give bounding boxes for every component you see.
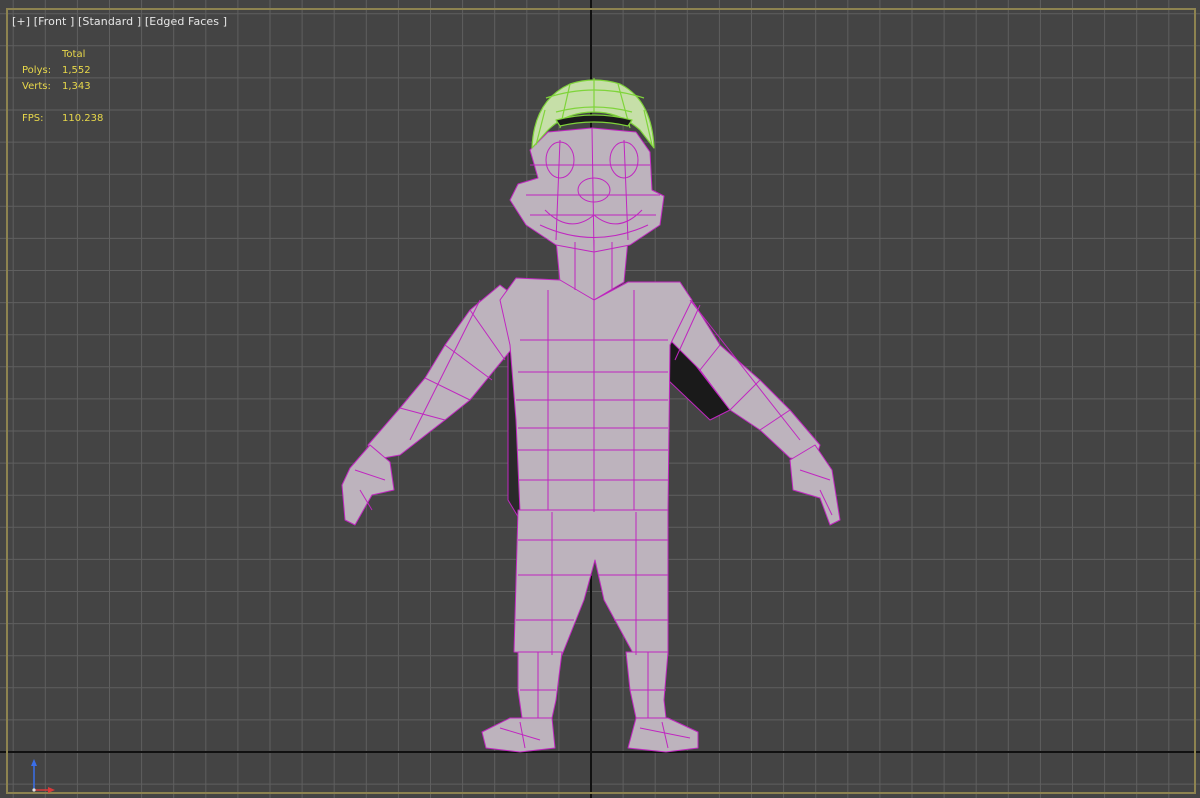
left-foot bbox=[481, 717, 556, 753]
fps-value: 110.238 bbox=[62, 113, 104, 124]
verts-label: Verts: bbox=[22, 81, 51, 92]
viewport-menu-button[interactable]: [+] bbox=[12, 15, 30, 28]
axis-tripod-icon bbox=[31, 759, 55, 793]
viewport-label: [+] [Front ] [Standard ] [Edged Faces ] bbox=[12, 15, 227, 28]
view-type-menu[interactable]: [Front ] bbox=[34, 15, 75, 28]
polys-value: 1,552 bbox=[62, 65, 91, 76]
left-leg bbox=[517, 651, 563, 719]
right-hand bbox=[789, 444, 841, 526]
shading-mode-menu[interactable]: [Standard ] bbox=[78, 15, 141, 28]
polys-label: Polys: bbox=[22, 65, 52, 76]
right-leg bbox=[625, 651, 669, 719]
viewport-grid bbox=[0, 0, 1200, 798]
torso bbox=[499, 277, 693, 513]
stats-header: Total bbox=[62, 49, 86, 60]
edge-display-menu[interactable]: [Edged Faces ] bbox=[145, 15, 227, 28]
viewport-front[interactable]: [+] [Front ] [Standard ] [Edged Faces ] … bbox=[0, 0, 1200, 798]
fps-label: FPS: bbox=[22, 113, 44, 124]
verts-value: 1,343 bbox=[62, 81, 91, 92]
